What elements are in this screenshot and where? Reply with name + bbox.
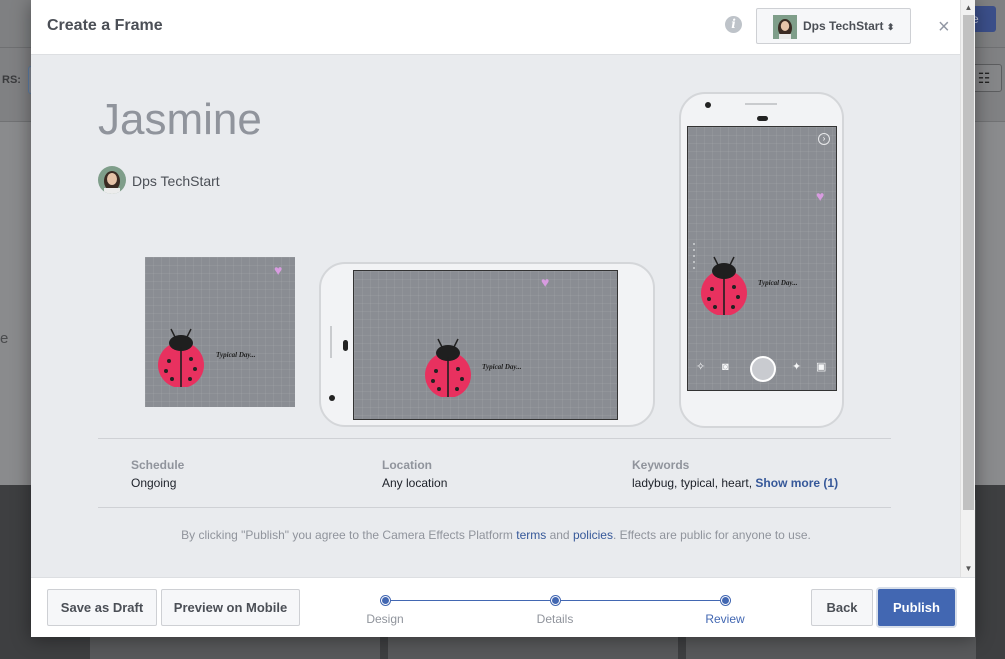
dialog-title: Create a Frame bbox=[47, 17, 163, 34]
camera-controls: ✧ ◙ ✦ ▣ bbox=[688, 354, 836, 390]
save-draft-button[interactable]: Save as Draft bbox=[47, 589, 157, 626]
landscape-phone-screen: ♥ Typical Day... bbox=[353, 270, 618, 420]
sparkle-icon: ✦ bbox=[792, 361, 802, 373]
create-frame-dialog: Create a Frame i Dps TechStart ⬍ × Jasmi… bbox=[31, 0, 975, 637]
location-label: Location bbox=[382, 458, 432, 472]
background-toolbar-label: RS: bbox=[2, 74, 21, 86]
step-review[interactable]: Review bbox=[695, 590, 755, 626]
legal-text: By clicking "Publish" you agree to the C… bbox=[181, 528, 517, 542]
step-dot bbox=[380, 596, 390, 605]
policies-link[interactable]: policies bbox=[573, 528, 613, 542]
location-value: Any location bbox=[382, 476, 448, 490]
preview-caption: Typical Day... bbox=[482, 363, 522, 371]
preview-caption: Typical Day... bbox=[216, 351, 256, 359]
phone-button bbox=[330, 326, 332, 358]
dialog-scrollbar[interactable]: ▲ ▼ bbox=[960, 0, 975, 577]
location-section: Location Any location bbox=[382, 458, 447, 490]
legal-text: and bbox=[546, 528, 573, 542]
effect-title: Jasmine bbox=[98, 95, 262, 144]
page-selector-name: Dps TechStart ⬍ bbox=[803, 19, 895, 33]
phone-speaker bbox=[757, 116, 768, 121]
camera-icon: ◙ bbox=[722, 361, 729, 373]
divider bbox=[98, 438, 891, 439]
creator-name: Dps TechStart bbox=[132, 173, 220, 189]
arrow-right-icon: › bbox=[818, 133, 830, 145]
keywords-section: Keywords ladybug, typical, heart, Show m… bbox=[632, 458, 838, 490]
phone-camera bbox=[329, 395, 335, 401]
schedule-value: Ongoing bbox=[131, 476, 177, 490]
phone-speaker bbox=[343, 340, 348, 351]
info-icon[interactable]: i bbox=[725, 16, 742, 33]
step-design[interactable]: Design bbox=[355, 590, 415, 626]
scroll-down-arrow-icon[interactable]: ▼ bbox=[961, 561, 976, 576]
publish-button[interactable]: Publish bbox=[878, 589, 955, 626]
schedule-section: Schedule Ongoing bbox=[131, 458, 184, 490]
close-icon[interactable]: × bbox=[938, 17, 950, 37]
legal-text: . Effects are public for anyone to use. bbox=[612, 528, 811, 542]
ladybug-icon bbox=[425, 338, 471, 397]
phone-camera bbox=[705, 102, 711, 108]
legal-notice: By clicking "Publish" you agree to the C… bbox=[31, 528, 961, 542]
divider bbox=[98, 507, 891, 508]
progress-stepper: Design Details Review bbox=[361, 590, 745, 626]
page-selector-button[interactable]: Dps TechStart ⬍ bbox=[756, 8, 911, 44]
heart-icon: ♥ bbox=[541, 274, 550, 290]
keywords-list: ladybug, typical, heart, bbox=[632, 476, 753, 490]
dialog-body: Jasmine Dps TechStart ♥ Typical Day... ♥… bbox=[31, 55, 961, 577]
landscape-phone-preview: ♥ Typical Day... bbox=[319, 262, 655, 427]
page-avatar bbox=[773, 15, 797, 39]
keywords-value: ladybug, typical, heart, Show more (1) bbox=[632, 476, 838, 490]
terms-link[interactable]: terms bbox=[516, 528, 546, 542]
show-more-link[interactable]: Show more (1) bbox=[755, 476, 838, 490]
step-dot bbox=[720, 596, 730, 605]
step-dot bbox=[550, 596, 560, 605]
schedule-label: Schedule bbox=[131, 458, 185, 472]
creator-avatar bbox=[98, 166, 126, 194]
magic-wand-icon: ✧ bbox=[696, 361, 706, 373]
dialog-header: Create a Frame i Dps TechStart ⬍ × bbox=[31, 0, 975, 55]
step-label: Review bbox=[705, 612, 745, 626]
portrait-phone-preview: › ♥ Typical Day... ✧ ◙ ✦ ▣ bbox=[679, 92, 844, 428]
step-label: Design bbox=[366, 612, 404, 626]
ladybug-icon bbox=[701, 256, 747, 315]
scroll-up-arrow-icon[interactable]: ▲ bbox=[961, 0, 976, 15]
step-details[interactable]: Details bbox=[525, 590, 585, 626]
heart-icon: ♥ bbox=[274, 262, 283, 278]
scrollbar-thumb[interactable] bbox=[963, 15, 974, 510]
dialog-footer: Save as Draft Preview on Mobile Design D… bbox=[31, 577, 975, 637]
portrait-phone-screen: › ♥ Typical Day... ✧ ◙ ✦ ▣ bbox=[687, 126, 837, 391]
ladybug-icon bbox=[158, 328, 204, 387]
page-indicator-dots bbox=[693, 243, 696, 273]
shutter-icon bbox=[750, 356, 776, 382]
gallery-icon: ▣ bbox=[816, 361, 827, 373]
heart-icon: ♥ bbox=[816, 188, 825, 204]
back-button[interactable]: Back bbox=[811, 589, 873, 626]
keywords-label: Keywords bbox=[632, 458, 690, 472]
phone-button bbox=[745, 103, 777, 105]
preview-caption: Typical Day... bbox=[758, 279, 798, 287]
preview-mobile-button[interactable]: Preview on Mobile bbox=[161, 589, 300, 626]
square-preview: ♥ Typical Day... bbox=[145, 257, 295, 407]
background-side-text: e bbox=[0, 330, 9, 347]
step-label: Details bbox=[536, 612, 574, 626]
